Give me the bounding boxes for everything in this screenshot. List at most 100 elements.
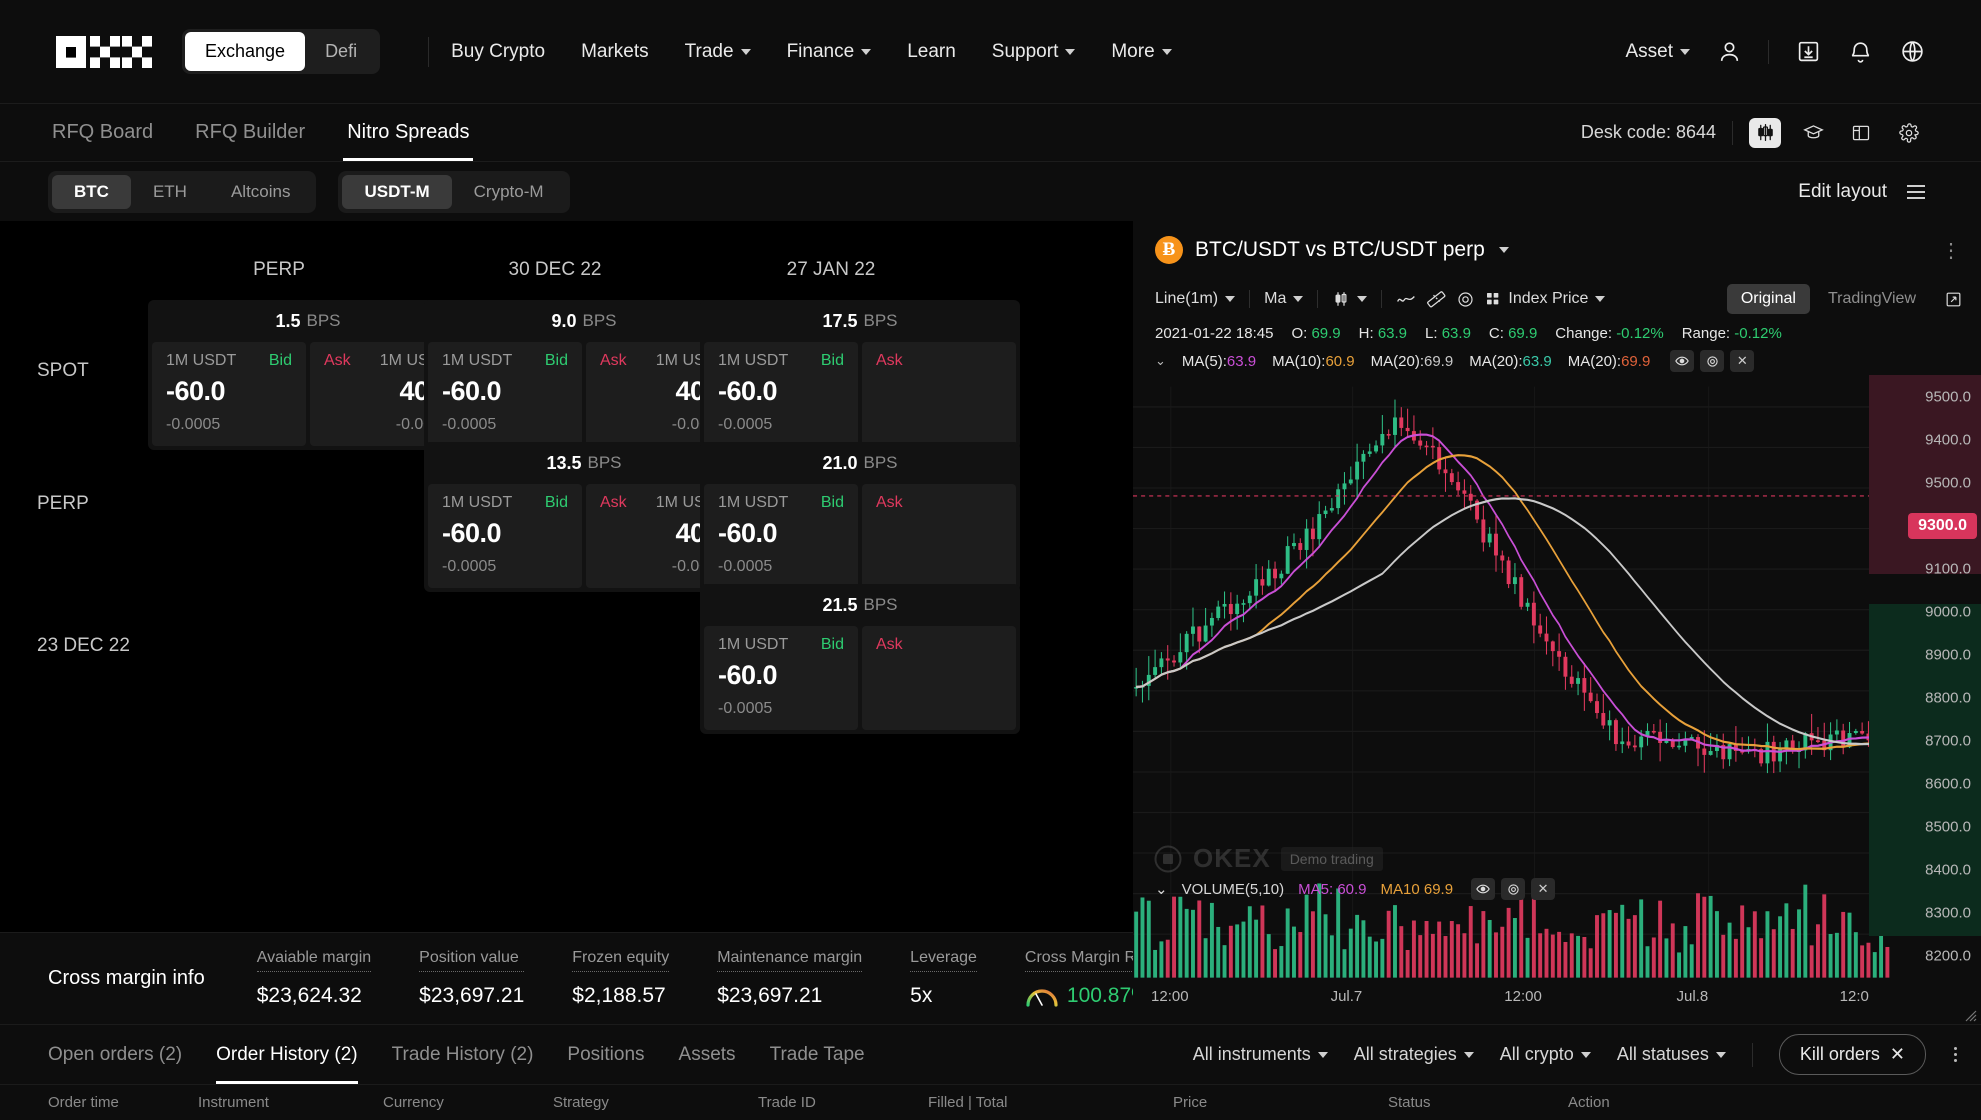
chart-panel-menu-icon[interactable]: ⋮ bbox=[1941, 238, 1963, 263]
eye-icon[interactable] bbox=[1471, 878, 1496, 900]
orders-column-header[interactable]: Instrument bbox=[198, 1094, 383, 1111]
spread-cell-body: 1M USDT Bid -60.0 -0.0005 Ask bbox=[700, 342, 1020, 450]
chart-type-selector[interactable] bbox=[1332, 290, 1368, 308]
nav-divider bbox=[1768, 39, 1769, 64]
orders-column-header[interactable]: Price bbox=[1173, 1094, 1388, 1111]
filter-all-instruments[interactable]: All instruments bbox=[1193, 1044, 1328, 1065]
tab-nitro-spreads[interactable]: Nitro Spreads bbox=[343, 104, 474, 161]
eye-icon[interactable] bbox=[1670, 350, 1695, 372]
segment-defi[interactable]: Defi bbox=[305, 32, 377, 71]
close-icon[interactable]: ✕ bbox=[1730, 350, 1755, 372]
chevron-down-icon[interactable] bbox=[1498, 247, 1509, 253]
ma-selector[interactable]: Ma bbox=[1264, 290, 1304, 308]
tab-trade-history[interactable]: Trade History (2) bbox=[392, 1025, 534, 1084]
tab-positions[interactable]: Positions bbox=[567, 1025, 644, 1084]
bell-icon[interactable] bbox=[1847, 39, 1873, 65]
spread-bid-side[interactable]: 1M USDT Bid -60.0 -0.0005 bbox=[152, 342, 306, 446]
spread-side-price: -60.0 bbox=[442, 376, 502, 406]
okx-logo[interactable] bbox=[56, 34, 152, 70]
spread-ask-side[interactable]: Ask bbox=[862, 484, 1016, 588]
nav-support[interactable]: Support bbox=[992, 41, 1076, 63]
ruler-icon[interactable] bbox=[1426, 289, 1446, 309]
spread-cell[interactable]: 17.5 BPS 1M USDT Bid -60.0 -0.0005 Ask bbox=[700, 300, 1020, 450]
filter-all-strategies[interactable]: All strategies bbox=[1354, 1044, 1474, 1065]
exchange-defi-toggle[interactable]: Exchange Defi bbox=[182, 29, 381, 74]
gear-icon[interactable] bbox=[1893, 118, 1925, 148]
index-price-selector[interactable]: Index Price bbox=[1485, 290, 1606, 308]
filter-crypto-m[interactable]: Crypto-M bbox=[452, 175, 566, 209]
filter-eth[interactable]: ETH bbox=[131, 175, 209, 209]
graduation-cap-icon[interactable] bbox=[1797, 118, 1829, 148]
tab-rfq-builder[interactable]: RFQ Builder bbox=[191, 104, 309, 161]
spread-bid-side[interactable]: 1M USDT Bid -60.0 -0.0005 bbox=[428, 342, 582, 446]
layout-icon[interactable] bbox=[1845, 118, 1877, 148]
tab-trade-tape[interactable]: Trade Tape bbox=[770, 1025, 865, 1084]
spread-ask-side[interactable]: Ask bbox=[862, 626, 1016, 730]
orders-column-header[interactable]: Order time bbox=[48, 1094, 198, 1111]
gear-icon[interactable] bbox=[1700, 350, 1725, 372]
spread-cell[interactable]: 1.5BPS1M USDTBid-60.0-0.0005Ask1M USDT40… bbox=[148, 300, 468, 450]
tab-assets[interactable]: Assets bbox=[679, 1025, 736, 1084]
download-icon[interactable] bbox=[1795, 39, 1821, 65]
close-icon[interactable]: ✕ bbox=[1531, 878, 1556, 900]
chart-settings-gear-icon[interactable] bbox=[1456, 290, 1475, 309]
gear-icon[interactable] bbox=[1501, 878, 1526, 900]
chevron-down-icon bbox=[1225, 296, 1236, 302]
tab-rfq-board[interactable]: RFQ Board bbox=[48, 104, 157, 161]
chart-view-tradingview[interactable]: TradingView bbox=[1814, 284, 1930, 314]
tab-open-orders[interactable]: Open orders (2) bbox=[48, 1025, 182, 1084]
orders-column-header[interactable]: Filled | Total bbox=[928, 1094, 1173, 1111]
orders-column-header[interactable]: Action bbox=[1568, 1094, 1688, 1111]
collapse-chevron-icon[interactable]: ⌄ bbox=[1155, 880, 1168, 898]
nav-learn[interactable]: Learn bbox=[907, 41, 956, 63]
filter-usdt-m[interactable]: USDT-M bbox=[342, 174, 452, 209]
nav-buy-crypto[interactable]: Buy Crypto bbox=[451, 41, 545, 63]
spread-bid-side[interactable]: 1M USDT Bid -60.0 -0.0005 bbox=[428, 484, 582, 588]
orders-column-header[interactable]: Status bbox=[1388, 1094, 1568, 1111]
asset-menu[interactable]: Asset bbox=[1625, 41, 1690, 63]
orders-column-header[interactable]: Strategy bbox=[553, 1094, 758, 1111]
spread-bid-side[interactable]: 1M USDT Bid -60.0 -0.0005 bbox=[704, 342, 858, 446]
ohlc-close-value: 69.9 bbox=[1508, 324, 1538, 342]
spread-cell[interactable]: 9.0BPS1M USDTBid-60.0-0.0005Ask1M USDT40… bbox=[424, 300, 744, 450]
chevron-down-icon bbox=[1595, 296, 1606, 302]
nav-markets[interactable]: Markets bbox=[581, 41, 649, 63]
segment-exchange[interactable]: Exchange bbox=[185, 32, 306, 71]
orders-column-header[interactable]: Trade ID bbox=[758, 1094, 928, 1111]
tab-order-history[interactable]: Order History (2) bbox=[216, 1025, 359, 1084]
user-icon[interactable] bbox=[1716, 39, 1742, 65]
globe-icon[interactable] bbox=[1899, 39, 1925, 65]
spread-cell[interactable]: 21.0 BPS 1M USDT Bid -60.0 -0.0005 Ask bbox=[700, 442, 1020, 592]
spread-bid-side[interactable]: 1M USDT Bid -60.0 -0.0005 bbox=[704, 484, 858, 588]
filter-all-crypto[interactable]: All crypto bbox=[1500, 1044, 1591, 1065]
fullscreen-icon[interactable] bbox=[1944, 290, 1963, 309]
nav-finance[interactable]: Finance bbox=[787, 41, 872, 63]
spread-side-label: Bid bbox=[544, 352, 568, 369]
filter-btc[interactable]: BTC bbox=[52, 174, 131, 209]
orders-column-header[interactable]: Currency bbox=[383, 1094, 553, 1111]
chart-view-original[interactable]: Original bbox=[1726, 284, 1810, 314]
collapse-chevron-icon[interactable]: ⌄ bbox=[1155, 353, 1166, 369]
candlestick-icon[interactable] bbox=[1749, 117, 1781, 148]
spread-cell[interactable]: 13.5BPS1M USDTBid-60.0-0.0005Ask1M USDT4… bbox=[424, 442, 744, 592]
nav-support-label: Support bbox=[991, 40, 1059, 62]
close-icon[interactable]: ✕ bbox=[1890, 1044, 1905, 1065]
matrix-row-header-1: PERP bbox=[37, 493, 89, 514]
nav-trade[interactable]: Trade bbox=[685, 41, 751, 63]
nav-more[interactable]: More bbox=[1111, 41, 1172, 63]
spread-cell[interactable]: 21.5 BPS 1M USDT Bid -60.0 -0.0005 Ask bbox=[700, 584, 1020, 734]
resize-grip-icon[interactable] bbox=[1965, 1010, 1977, 1022]
edit-layout-button[interactable]: Edit layout bbox=[1798, 181, 1887, 203]
kill-orders-button[interactable]: Kill orders ✕ bbox=[1778, 1034, 1926, 1075]
chart-symbol-title[interactable]: BTC/USDT vs BTC/USDT perp bbox=[1195, 238, 1485, 262]
chart-plot-area[interactable]: OKEX Demo trading ⌄ VOLUME(5,10) MA5: 60… bbox=[1133, 375, 1981, 1024]
filter-altcoins[interactable]: Altcoins bbox=[209, 175, 313, 209]
cm-available-margin: Avaiable margin $23,624.32 bbox=[256, 949, 372, 1008]
spread-ask-side[interactable]: Ask bbox=[862, 342, 1016, 446]
layout-menu-icon[interactable] bbox=[1907, 184, 1925, 199]
orders-more-menu-icon[interactable] bbox=[1954, 1047, 1957, 1062]
interval-selector[interactable]: Line(1m) bbox=[1155, 290, 1236, 308]
line-indicator-icon[interactable] bbox=[1396, 291, 1416, 307]
spread-bid-side[interactable]: 1M USDT Bid -60.0 -0.0005 bbox=[704, 626, 858, 730]
filter-all-statuses[interactable]: All statuses bbox=[1617, 1044, 1726, 1065]
